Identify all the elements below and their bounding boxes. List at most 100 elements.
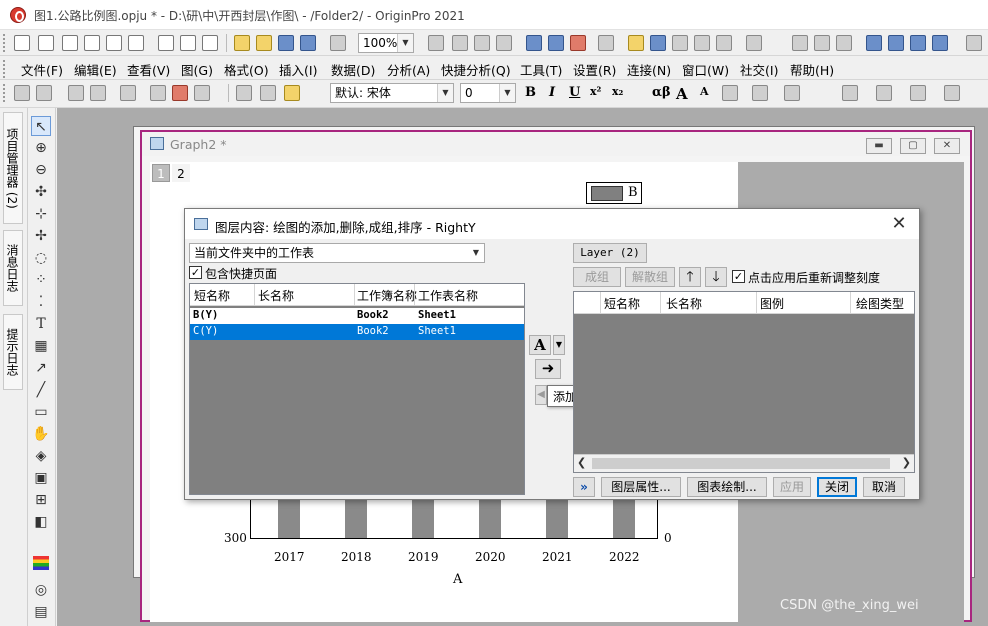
- menu-format[interactable]: 格式(O): [224, 60, 269, 79]
- project-explorer-icon[interactable]: [598, 35, 614, 51]
- menu-analysis[interactable]: 分析(A): [387, 60, 430, 79]
- column-align-icon[interactable]: [752, 85, 768, 101]
- draw-data-icon[interactable]: ⁚: [31, 292, 51, 312]
- y-axis-left-line[interactable]: [250, 498, 251, 539]
- col-legend[interactable]: 图例: [760, 295, 784, 312]
- layer-select-button[interactable]: Layer (2): [573, 243, 647, 263]
- new-folder-icon[interactable]: [38, 35, 54, 51]
- image-tool-icon[interactable]: ▣: [31, 468, 51, 488]
- import-icon[interactable]: [330, 35, 346, 51]
- zoom-in-icon[interactable]: [628, 35, 644, 51]
- rectangle-tool-icon[interactable]: ▭: [31, 402, 51, 422]
- align-icon[interactable]: [722, 85, 738, 101]
- project-manager-tab[interactable]: 项目管理器 (2): [3, 112, 23, 224]
- region-tool-icon[interactable]: ◈: [31, 446, 51, 466]
- font-color-icon[interactable]: [784, 85, 800, 101]
- apply-button[interactable]: 应用: [773, 477, 811, 497]
- legend[interactable]: B: [586, 182, 642, 204]
- text-tool-icon[interactable]: T: [31, 314, 51, 334]
- menu-quick-analysis[interactable]: 快捷分析(Q): [441, 60, 511, 79]
- new-layout-icon[interactable]: [158, 35, 174, 51]
- font-size-combo[interactable]: 0 ▼: [460, 83, 516, 103]
- duplicate-icon[interactable]: [496, 35, 512, 51]
- add-plot-button[interactable]: ➜: [535, 359, 561, 379]
- menu-file[interactable]: 文件(F): [21, 60, 63, 79]
- 3d-object-icon[interactable]: ◧: [31, 512, 51, 532]
- chevron-down-icon[interactable]: ▼: [397, 34, 413, 52]
- chevron-down-icon[interactable]: ▼: [499, 84, 515, 102]
- zoom-out-icon[interactable]: [650, 35, 666, 51]
- minimize-button[interactable]: ▬: [866, 138, 892, 154]
- copy-icon[interactable]: [260, 85, 276, 101]
- plot-type-button[interactable]: A: [529, 335, 551, 355]
- save-icon[interactable]: [278, 35, 294, 51]
- layer-tab-1[interactable]: 1: [152, 164, 170, 182]
- paste-icon[interactable]: [284, 85, 300, 101]
- cancel-button[interactable]: 取消: [863, 477, 905, 497]
- zoom-combo[interactable]: 100% ▼: [358, 33, 414, 53]
- toolbar-grip[interactable]: [3, 34, 7, 52]
- maximize-button[interactable]: ▢: [900, 138, 926, 154]
- insert-graph-icon[interactable]: ⊞: [31, 490, 51, 510]
- move-up-button[interactable]: 🡑: [679, 267, 701, 287]
- results-log-icon[interactable]: [548, 35, 564, 51]
- set-values-icon[interactable]: [694, 35, 710, 51]
- layer-plots-list[interactable]: 短名称 长名称 图例 绘图类型 ❮ ❯: [573, 291, 915, 473]
- open-template-icon[interactable]: [256, 35, 272, 51]
- scroll-left-icon[interactable]: ❮: [577, 456, 586, 469]
- layer-tab-2[interactable]: 2: [172, 164, 190, 182]
- horizontal-scrollbar[interactable]: ❮ ❯: [574, 454, 914, 472]
- table-row[interactable]: B(Y) Book2 Sheet1: [190, 308, 524, 324]
- color-scale-icon[interactable]: [31, 556, 51, 576]
- filter-icon[interactable]: [966, 35, 982, 51]
- scrollbar-thumb[interactable]: [592, 458, 890, 469]
- bar-2017[interactable]: [278, 498, 300, 538]
- worksheet-icon[interactable]: [672, 35, 688, 51]
- x-axis-title[interactable]: A: [453, 572, 462, 587]
- subscript-button[interactable]: x₂: [612, 85, 623, 98]
- column-chart-icon[interactable]: [866, 35, 882, 51]
- close-button[interactable]: 关闭: [817, 477, 857, 497]
- expand-button[interactable]: »: [573, 477, 595, 497]
- new-workbook-icon[interactable]: [62, 35, 78, 51]
- messages-log-tab[interactable]: 消息日志: [3, 230, 23, 306]
- increase-font-button[interactable]: A: [676, 85, 688, 103]
- data-selector-icon[interactable]: ⁘: [31, 270, 51, 290]
- col-short-name[interactable]: 短名称: [194, 287, 230, 304]
- workbook-organizer-icon[interactable]: [14, 85, 30, 101]
- zoom-in-tool-icon[interactable]: ⊕: [31, 138, 51, 158]
- plot-icon[interactable]: [150, 85, 166, 101]
- col-plot-type[interactable]: 绘图类型: [856, 295, 904, 312]
- move-down-button[interactable]: 🡓: [705, 267, 727, 287]
- plot-type-dropdown[interactable]: ▼: [553, 335, 565, 355]
- fill-color-icon[interactable]: [842, 85, 858, 101]
- brightness-icon[interactable]: [944, 85, 960, 101]
- new-matrix-icon[interactable]: [106, 35, 122, 51]
- col-long-name[interactable]: 长名称: [258, 287, 294, 304]
- merge-icon[interactable]: [120, 85, 136, 101]
- new-graph-icon[interactable]: [84, 35, 100, 51]
- line-tool-icon[interactable]: ╱: [31, 380, 51, 400]
- menu-insert[interactable]: 插入(I): [279, 60, 317, 79]
- stacked-chart-icon[interactable]: [932, 35, 948, 51]
- menu-window[interactable]: 窗口(W): [682, 60, 729, 79]
- open-icon[interactable]: [234, 35, 250, 51]
- superscript-button[interactable]: x²: [590, 85, 601, 98]
- scale-tool-icon[interactable]: ✣: [31, 182, 51, 202]
- layer-properties-button[interactable]: 图层属性...: [601, 477, 681, 497]
- line-color-icon[interactable]: [910, 85, 926, 101]
- menu-social[interactable]: 社交(I): [740, 60, 778, 79]
- table-tool-icon[interactable]: ▦: [31, 336, 51, 356]
- sum-icon[interactable]: [814, 35, 830, 51]
- col-sheet-name[interactable]: 工作表名称: [418, 287, 478, 304]
- sort-icon[interactable]: [836, 35, 852, 51]
- col-long-name[interactable]: 长名称: [666, 295, 702, 312]
- new-excel-icon[interactable]: [202, 35, 218, 51]
- copy-page-icon[interactable]: [474, 35, 490, 51]
- bar-2022[interactable]: [613, 498, 635, 538]
- col-book-name[interactable]: 工作簿名称: [357, 287, 417, 304]
- mask-tool-icon[interactable]: ◌: [31, 248, 51, 268]
- settings-icon[interactable]: [716, 35, 732, 51]
- col-short-name[interactable]: 短名称: [604, 295, 640, 312]
- menu-edit[interactable]: 编辑(E): [74, 60, 117, 79]
